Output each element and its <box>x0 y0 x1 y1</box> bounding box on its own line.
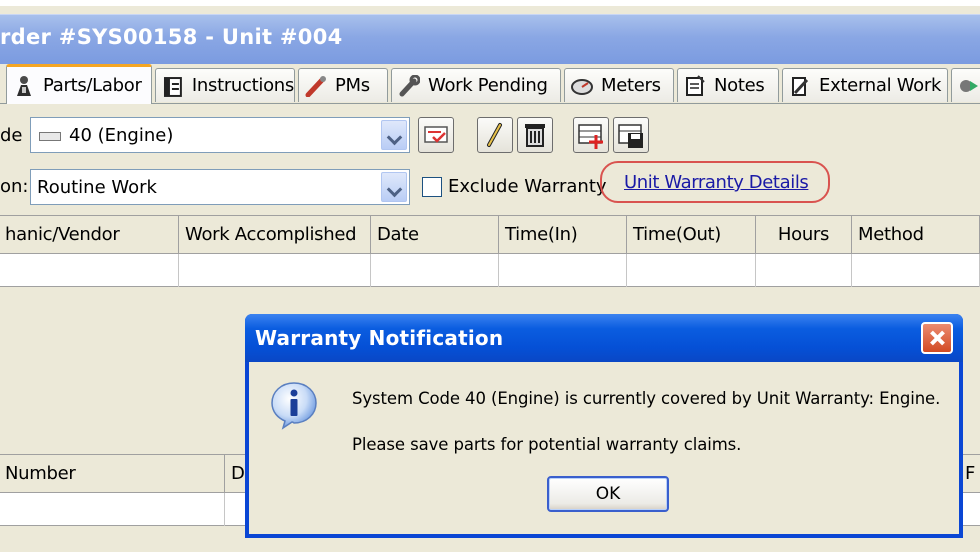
column-header-f[interactable]: F <box>961 455 980 493</box>
ok-button[interactable]: OK <box>547 476 669 512</box>
wrench-person-icon <box>17 75 31 96</box>
info-icon <box>271 382 317 430</box>
notepad-icon <box>686 74 705 96</box>
chevron-down-icon[interactable] <box>381 172 407 202</box>
tab-label: Instructions <box>191 75 294 96</box>
grid-cell[interactable] <box>0 493 225 526</box>
column-header-method[interactable]: Method <box>852 216 980 254</box>
save-row-button[interactable] <box>613 117 649 153</box>
tab-label: PMs <box>335 75 370 96</box>
unit-warranty-details-link[interactable]: Unit Warranty Details <box>624 172 809 193</box>
add-grid-icon <box>578 124 603 149</box>
grid-cell[interactable] <box>0 254 179 287</box>
tab-label: Parts/Labor <box>43 75 142 96</box>
checklist-icon <box>424 126 448 143</box>
grid-cell[interactable] <box>499 254 627 287</box>
clipboard-icon <box>163 76 182 97</box>
edit-button[interactable] <box>477 117 513 153</box>
tab-notes[interactable]: Notes <box>677 68 779 102</box>
grid-cell[interactable] <box>627 254 756 287</box>
column-header-work-accomplished[interactable]: Work Accomplished <box>179 216 371 254</box>
close-icon[interactable] <box>921 322 953 354</box>
wrench-gray-icon <box>399 74 420 96</box>
pencil-icon <box>487 123 502 147</box>
tab-work-pending[interactable]: Work Pending <box>391 68 561 102</box>
tab-more[interactable] <box>951 68 980 102</box>
exclude-warranty-label: Exclude Warranty <box>448 176 607 197</box>
tab-strip: Parts/Labor Instructions PMs Work Pendin… <box>0 64 980 104</box>
labor-grid-header: hanic/Vendor Work Accomplished Date Time… <box>0 216 980 254</box>
column-header-mechanic-vendor[interactable]: hanic/Vendor <box>0 216 179 254</box>
tab-instructions[interactable]: Instructions <box>155 68 295 102</box>
gauge-icon <box>571 78 593 95</box>
window-title: rder #SYS00158 - Unit #004 <box>0 25 343 49</box>
tab-external-work[interactable]: External Work <box>782 68 948 102</box>
wrench-red-icon <box>305 75 326 97</box>
save-grid-icon <box>618 124 643 148</box>
dialog-message-line1: System Code 40 (Engine) is currently cov… <box>352 389 941 408</box>
select-code-button[interactable] <box>418 117 454 153</box>
tab-pms[interactable]: PMs <box>298 68 388 102</box>
dialog-title-bar[interactable]: Warranty Notification <box>245 314 963 362</box>
dialog-title: Warranty Notification <box>255 326 504 350</box>
column-header-time-out[interactable]: Time(Out) <box>627 216 756 254</box>
reason-label: on: <box>0 176 29 197</box>
grid-cell[interactable] <box>371 254 499 287</box>
title-bar[interactable]: rder #SYS00158 - Unit #004 <box>0 14 980 64</box>
code-chip-icon <box>39 132 61 141</box>
external-work-icon <box>792 76 809 96</box>
column-header-date[interactable]: Date <box>371 216 499 254</box>
chevron-down-icon[interactable] <box>381 120 407 150</box>
system-code-label: de <box>0 125 23 146</box>
reason-select[interactable]: Routine Work <box>30 169 410 205</box>
column-header-time-in[interactable]: Time(In) <box>499 216 627 254</box>
grid-cell[interactable] <box>756 254 852 287</box>
tab-parts-labor[interactable]: Parts/Labor <box>6 64 152 104</box>
trash-icon <box>525 124 545 147</box>
grid-cell[interactable] <box>179 254 371 287</box>
column-header-hours[interactable]: Hours <box>756 216 852 254</box>
tab-label: Work Pending <box>428 75 548 96</box>
system-code-value: 40 (Engine) <box>69 125 174 146</box>
tab-label: Meters <box>601 75 661 96</box>
tab-label: Notes <box>714 75 765 96</box>
tab-label: External Work <box>819 75 942 96</box>
warranty-notification-dialog: Warranty Notification System Code 40 (En… <box>245 314 963 538</box>
exclude-warranty-checkbox[interactable] <box>422 177 442 197</box>
grid-cell[interactable] <box>852 254 980 287</box>
delete-button[interactable] <box>517 117 553 153</box>
column-header-number[interactable]: Number <box>0 455 225 493</box>
dialog-body: System Code 40 (Engine) is currently cov… <box>249 362 959 534</box>
more-tab-icon <box>960 79 978 92</box>
dialog-message-line2: Please save parts for potential warranty… <box>352 435 742 454</box>
labor-grid: hanic/Vendor Work Accomplished Date Time… <box>0 215 980 287</box>
work-order-window: rder #SYS00158 - Unit #004 Parts/Labor I… <box>0 0 980 552</box>
add-row-button[interactable] <box>573 117 609 153</box>
reason-value: Routine Work <box>37 177 157 198</box>
tab-meters[interactable]: Meters <box>564 68 674 102</box>
system-code-select[interactable]: 40 (Engine) <box>30 117 410 153</box>
